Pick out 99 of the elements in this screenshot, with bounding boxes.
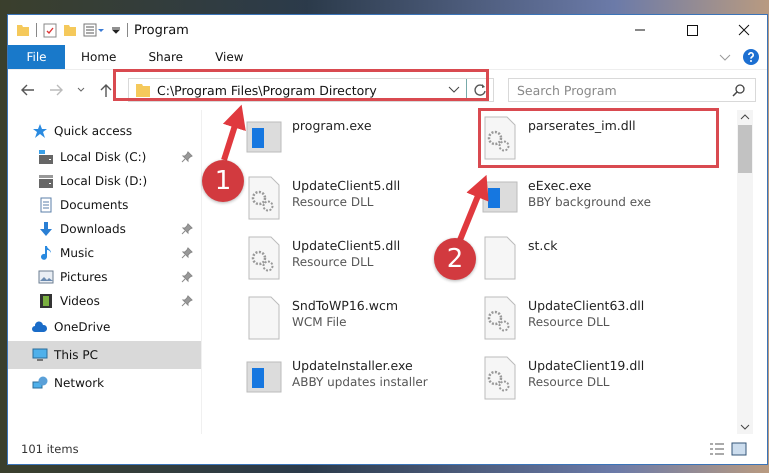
file-name: UpdateClient19.dll bbox=[528, 358, 644, 373]
file-type: Resource DLL bbox=[292, 195, 374, 209]
sidebar-label: Downloads bbox=[60, 222, 126, 236]
sidebar-item[interactable]: This PC bbox=[8, 341, 201, 369]
document-icon bbox=[38, 197, 54, 213]
file-type: ABBY updates installer bbox=[292, 375, 428, 389]
pin-icon bbox=[181, 223, 193, 235]
gear-file-icon bbox=[482, 356, 518, 400]
file-name: UpdateClient5.dll bbox=[292, 178, 400, 193]
sidebar-label: Music bbox=[60, 246, 94, 260]
file-item[interactable]: UpdateClient5.dll Resource DLL bbox=[242, 174, 404, 222]
drive-icon bbox=[38, 173, 54, 189]
address-path: C:\Program Files\Program Directory bbox=[157, 82, 377, 98]
up-arrow-icon[interactable] bbox=[98, 82, 114, 98]
star-icon bbox=[32, 123, 48, 139]
file-name: UpdateClient5.dll bbox=[292, 238, 400, 253]
sidebar-item[interactable]: Quick access bbox=[8, 117, 201, 145]
chevron-down-icon[interactable] bbox=[448, 85, 460, 95]
drive-icon bbox=[38, 149, 54, 165]
properties-icon[interactable] bbox=[83, 23, 105, 37]
file-type: WCM File bbox=[292, 315, 348, 329]
ribbon-tab[interactable]: Home bbox=[65, 45, 132, 69]
sidebar-item[interactable]: Pictures bbox=[8, 265, 201, 289]
file-item[interactable]: eExec.exe BBY background exe bbox=[478, 174, 656, 222]
file-type: Resource DLL bbox=[528, 375, 610, 389]
sidebar-label: Videos bbox=[60, 294, 100, 308]
file-name: UpdateInstaller.exe bbox=[292, 358, 414, 373]
scrollbar[interactable] bbox=[737, 110, 753, 434]
download-icon bbox=[38, 221, 54, 237]
annotation-arrow bbox=[457, 174, 489, 242]
file-type: Resource DLL bbox=[292, 255, 374, 269]
pin-icon bbox=[181, 295, 193, 307]
file-item[interactable]: UpdateClient19.dll Resource DLL bbox=[478, 354, 648, 402]
search-icon bbox=[732, 83, 746, 97]
sidebar-label: Pictures bbox=[60, 270, 108, 284]
sidebar-label: Documents bbox=[60, 198, 128, 212]
dropdown-arrow-icon[interactable] bbox=[111, 25, 121, 35]
network-icon bbox=[32, 375, 48, 391]
sidebar-item[interactable]: Videos bbox=[8, 289, 201, 313]
file-item[interactable]: program.exe bbox=[242, 114, 376, 162]
sidebar-item[interactable]: OneDrive bbox=[8, 313, 201, 341]
cloud-icon bbox=[32, 319, 48, 335]
picture-icon bbox=[38, 269, 54, 285]
checklist-icon[interactable] bbox=[43, 22, 57, 38]
folder-icon bbox=[135, 82, 151, 98]
file-item[interactable]: UpdateClient63.dll Resource DLL bbox=[478, 294, 648, 342]
blank-file-icon bbox=[482, 236, 518, 280]
file-item[interactable]: UpdateClient5.dll Resource DLL bbox=[242, 234, 404, 282]
sidebar-item[interactable]: Music bbox=[8, 241, 201, 265]
back-arrow-icon[interactable] bbox=[20, 82, 36, 98]
file-type: Resource DLL bbox=[528, 315, 610, 329]
file-item[interactable]: SndToWP16.wcm WCM File bbox=[242, 294, 402, 342]
sidebar-label: Local Disk (C:) bbox=[60, 150, 146, 164]
sidebar-label: Network bbox=[54, 376, 104, 390]
sidebar-label: Local Disk (D:) bbox=[60, 174, 148, 188]
gear-file-icon bbox=[482, 116, 518, 160]
refresh-icon[interactable] bbox=[473, 83, 487, 97]
file-type: BBY background exe bbox=[528, 195, 652, 209]
sidebar-label: Quick access bbox=[54, 124, 132, 138]
sidebar-item[interactable]: Local Disk (C:) bbox=[8, 145, 201, 169]
chevron-down-icon[interactable] bbox=[740, 423, 750, 431]
blank-file-icon bbox=[246, 296, 282, 340]
sidebar-item[interactable]: Documents bbox=[8, 193, 201, 217]
file-name: parserates_im.dll bbox=[528, 118, 636, 133]
scrollbar-thumb[interactable] bbox=[738, 125, 752, 173]
pin-icon bbox=[181, 247, 193, 259]
address-bar[interactable]: C:\Program Files\Program Directory bbox=[128, 78, 494, 102]
search-field[interactable]: Search Program bbox=[508, 78, 756, 102]
file-item[interactable]: UpdateInstaller.exe ABBY updates installer bbox=[242, 354, 432, 402]
large-icons-view-icon[interactable] bbox=[731, 442, 747, 456]
file-name: SndToWP16.wcm bbox=[292, 298, 398, 313]
window-title: Program bbox=[134, 22, 189, 38]
music-note-icon bbox=[38, 245, 54, 261]
ribbon-tab[interactable]: Share bbox=[132, 45, 200, 69]
sidebar-item[interactable]: Network bbox=[8, 369, 201, 397]
sidebar-item[interactable]: Downloads bbox=[8, 217, 201, 241]
file-name: st.ck bbox=[528, 238, 558, 253]
file-item[interactable]: parserates_im.dll bbox=[478, 114, 640, 162]
sidebar-item[interactable]: Local Disk (D:) bbox=[8, 169, 201, 193]
sidebar-label: OneDrive bbox=[54, 320, 110, 334]
gear-file-icon bbox=[246, 236, 282, 280]
film-icon bbox=[38, 293, 54, 309]
sidebar-label: This PC bbox=[54, 348, 98, 362]
file-name: UpdateClient63.dll bbox=[528, 298, 644, 313]
ribbon-tab[interactable]: File bbox=[8, 45, 65, 69]
details-view-icon[interactable] bbox=[709, 442, 725, 456]
file-item[interactable]: st.ck bbox=[478, 234, 562, 282]
item-count: 101 items bbox=[21, 442, 79, 456]
file-name: eExec.exe bbox=[528, 178, 592, 193]
pin-icon bbox=[181, 151, 193, 163]
gear-file-icon bbox=[246, 176, 282, 220]
help-icon[interactable] bbox=[743, 49, 759, 65]
file-name: program.exe bbox=[292, 118, 372, 133]
monitor-icon bbox=[32, 347, 48, 363]
chevron-up-icon[interactable] bbox=[740, 113, 750, 121]
ribbon-tab[interactable]: View bbox=[199, 45, 260, 69]
pin-icon bbox=[181, 271, 193, 283]
gear-file-icon bbox=[482, 296, 518, 340]
annotation-arrow bbox=[221, 104, 246, 161]
